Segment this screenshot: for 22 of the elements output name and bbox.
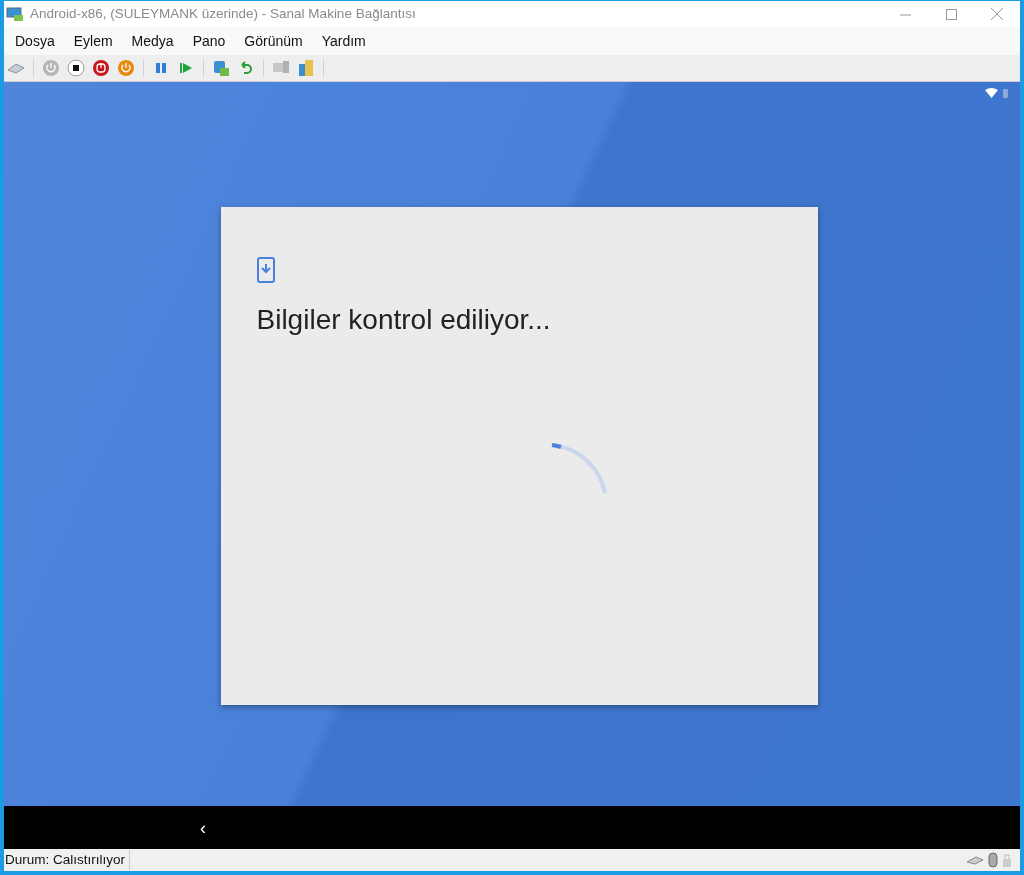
- keyboard-icon: [966, 855, 984, 865]
- menu-item[interactable]: Eylem: [66, 30, 120, 52]
- maximize-icon: [945, 8, 957, 20]
- back-button[interactable]: ‹: [200, 818, 206, 837]
- monitor-icon: [6, 6, 24, 22]
- power-icon[interactable]: [90, 57, 112, 79]
- wifi-icon: [985, 88, 998, 98]
- dialog-title: Bilgiler kontrol ediliyor...: [256, 303, 552, 337]
- mouse-icon: [988, 852, 998, 868]
- lock-icon: [1002, 852, 1012, 868]
- menu-item[interactable]: Görünüm: [237, 30, 310, 52]
- menu-item[interactable]: Pano: [185, 30, 233, 52]
- battery-icon: [1003, 88, 1008, 98]
- menu-item[interactable]: Yardım: [314, 30, 373, 52]
- status-text: Durum: Calıstırılıyor: [4, 849, 131, 871]
- menu-item[interactable]: Dosya: [8, 30, 62, 52]
- window-title: Android-x86, (SULEYMANK üzerinde) - Sanal Makine Bağlantısı: [30, 4, 416, 23]
- phone-download-icon: [256, 257, 275, 283]
- power-icon[interactable]: [115, 57, 137, 79]
- close-icon: [991, 8, 1003, 20]
- stop-icon[interactable]: [65, 57, 87, 79]
- menu-item[interactable]: Medya: [124, 30, 181, 52]
